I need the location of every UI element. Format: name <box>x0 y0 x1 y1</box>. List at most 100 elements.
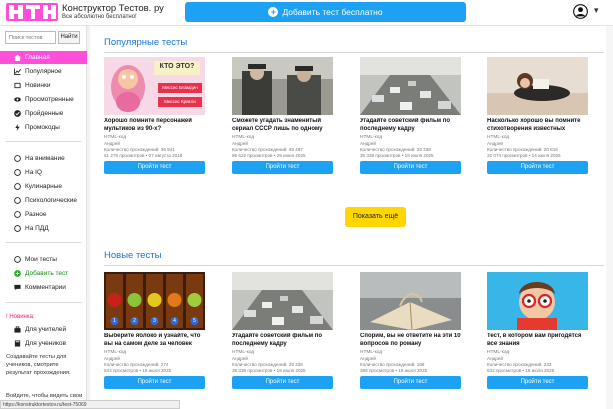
test-thumbnail[interactable] <box>232 57 333 115</box>
sidebar-item-promocodes[interactable]: Промокоды <box>0 121 87 134</box>
category-icon <box>14 225 21 232</box>
add-test-label: Добавить тест бесплатно <box>282 7 383 17</box>
search-input[interactable] <box>5 31 56 44</box>
take-test-button[interactable]: Пройти тест <box>360 161 461 174</box>
take-test-button[interactable]: Пройти тест <box>360 376 461 389</box>
take-test-button[interactable]: Пройти тест <box>232 161 333 174</box>
test-title[interactable]: Сможете угадать знаменитый сериал СССР л… <box>232 118 333 133</box>
sidebar-item-label: Мои тесты <box>25 256 57 263</box>
popular-section-title[interactable]: Популярные тесты <box>104 37 187 48</box>
sidebar-item-my-tests[interactable]: Мои тесты <box>0 253 87 266</box>
traffic-street-image <box>360 57 461 115</box>
test-title[interactable]: Спорим, вы не ответите на эти 10 вопросо… <box>360 333 461 348</box>
section-divider <box>104 52 604 53</box>
take-test-button[interactable]: Пройти тест <box>487 161 588 174</box>
user-avatar-icon[interactable] <box>573 4 588 19</box>
test-title[interactable]: Хорошо помните персонажей мультиков из 9… <box>104 118 205 133</box>
test-thumbnail[interactable]: КТО ЭТО? Миссис Бламдин Миссис Крякли <box>104 57 205 115</box>
sidebar-item-comments[interactable]: Комментарии <box>0 281 87 294</box>
take-test-button[interactable]: Пройти тест <box>232 376 333 389</box>
test-thumbnail[interactable]: 1 2 3 4 5 <box>104 272 205 330</box>
sidebar-item-label: На ПДД <box>25 225 49 232</box>
take-test-button[interactable]: Пройти тест <box>104 376 205 389</box>
sidebar-item-add-test[interactable]: Добавить тест <box>0 267 87 280</box>
sidebar-item-psychological[interactable]: Психологические <box>0 194 87 207</box>
home-icon <box>14 54 21 61</box>
thumb-caption: КТО ЭТО? <box>159 63 195 70</box>
new-icon <box>14 82 21 89</box>
site-title[interactable]: Конструктор Тестов. ру <box>62 3 164 14</box>
sidebar-item-students[interactable]: Для учеников <box>0 337 87 350</box>
circle-icon <box>14 256 21 263</box>
test-card[interactable]: Спорим, вы не ответите на эти 10 вопросо… <box>360 272 461 389</box>
sidebar-item-culinary[interactable]: Кулинарные <box>0 180 87 193</box>
comment-icon <box>14 284 21 291</box>
test-views: 61 276 просмотров • 07 августа 2018 <box>104 153 183 158</box>
test-title[interactable]: Угадайте советский фильм по последнему к… <box>232 333 333 348</box>
bolt-icon <box>15 124 20 131</box>
sidebar-item-attention[interactable]: На внимание <box>0 152 87 165</box>
briefcase-icon <box>14 326 21 333</box>
show-more-button[interactable]: Показать ещё <box>345 207 406 227</box>
site-logo[interactable] <box>6 3 58 21</box>
test-views: 388 просмотров • 18 июля 2025 <box>360 368 428 373</box>
test-card[interactable]: Сможете угадать знаменитый сериал СССР л… <box>232 57 333 174</box>
top-header: Конструктор Тестов. ру Все абсолютно бес… <box>0 0 613 26</box>
test-card[interactable]: Угадайте советский фильм по последнему к… <box>232 272 333 389</box>
trending-icon <box>14 68 21 75</box>
thumb-option: Миссис Бламдин <box>162 85 198 90</box>
sidebar-item-viewed[interactable]: Просмотренные <box>0 93 87 106</box>
page-scrollbar[interactable] <box>606 26 613 409</box>
sidebar-item-popular[interactable]: Популярное <box>0 65 87 78</box>
teacher-description: Создавайте тесты для учеников, смотрите … <box>6 354 71 376</box>
sidebar-item-label: Просмотренные <box>25 96 74 103</box>
section-divider <box>104 265 604 266</box>
woman-reading-image <box>487 57 588 115</box>
sidebar-item-iq[interactable]: На IQ <box>0 166 87 179</box>
new-badge: ! Новинка: <box>6 314 35 320</box>
new-section-title[interactable]: Новые тесты <box>104 250 161 261</box>
test-card[interactable]: Угадайте советский фильм по последнему к… <box>360 57 461 174</box>
sidebar-item-teachers[interactable]: Для учителей <box>0 323 87 336</box>
sidebar-item-passed[interactable]: Пройденные <box>0 107 87 120</box>
test-card[interactable]: Насколько хорошо вы помните стихотворени… <box>487 57 588 174</box>
test-thumbnail[interactable] <box>232 272 333 330</box>
sidebar-item-label: Главная <box>25 54 50 61</box>
sidebar: Найти Главная Популярное Новинки Просмот… <box>0 26 87 409</box>
chevron-down-icon[interactable]: ▾ <box>594 5 599 16</box>
test-thumbnail[interactable] <box>360 272 461 330</box>
plus-circle-icon <box>14 270 21 277</box>
sidebar-divider <box>5 242 82 243</box>
test-thumbnail[interactable] <box>487 272 588 330</box>
book-icon <box>14 340 21 347</box>
sidebar-item-label: Психологические <box>25 197 78 204</box>
test-card[interactable]: КТО ЭТО? Миссис Бламдин Миссис Крякли Хо… <box>104 57 205 174</box>
take-test-button[interactable]: Пройти тест <box>487 376 588 389</box>
test-thumbnail[interactable] <box>487 57 588 115</box>
test-title[interactable]: Выберите яблоко и узнайте, что вы на сам… <box>104 333 205 348</box>
test-card[interactable]: 1 2 3 4 5 Выберите яблоко и узнайте, что… <box>104 272 205 389</box>
add-test-button[interactable]: + Добавить тест бесплатно <box>185 2 466 22</box>
test-views: 35 338 просмотров • 18 июля 2025 <box>360 153 434 158</box>
take-test-button[interactable]: Пройти тест <box>104 161 205 174</box>
test-card[interactable]: Тест, в котором вам пригодятся все знани… <box>487 272 588 389</box>
test-title[interactable]: Насколько хорошо вы помните стихотворени… <box>487 118 588 133</box>
category-icon <box>14 197 21 204</box>
search-button[interactable]: Найти <box>58 31 80 44</box>
sidebar-item-label: Добавить тест <box>25 270 69 277</box>
sidebar-item-traffic-rules[interactable]: На ПДД <box>0 222 87 235</box>
sidebar-divider <box>5 302 82 303</box>
category-icon <box>14 155 21 162</box>
sidebar-item-new[interactable]: Новинки <box>0 79 87 92</box>
test-title[interactable]: Тест, в котором вам пригодятся все знани… <box>487 333 588 348</box>
apple-number: 5 <box>193 317 196 324</box>
traffic-street-image <box>232 272 333 330</box>
sidebar-item-label: На внимание <box>25 155 65 162</box>
sidebar-item-home[interactable]: Главная <box>0 51 87 64</box>
test-thumbnail[interactable] <box>360 57 461 115</box>
eye-icon <box>14 97 21 102</box>
old-book-image <box>360 272 461 330</box>
sidebar-item-misc[interactable]: Разное <box>0 208 87 221</box>
test-views: 32 074 просмотров • 14 июля 2025 <box>487 153 561 158</box>
test-title[interactable]: Угадайте советский фильм по последнему к… <box>360 118 461 133</box>
